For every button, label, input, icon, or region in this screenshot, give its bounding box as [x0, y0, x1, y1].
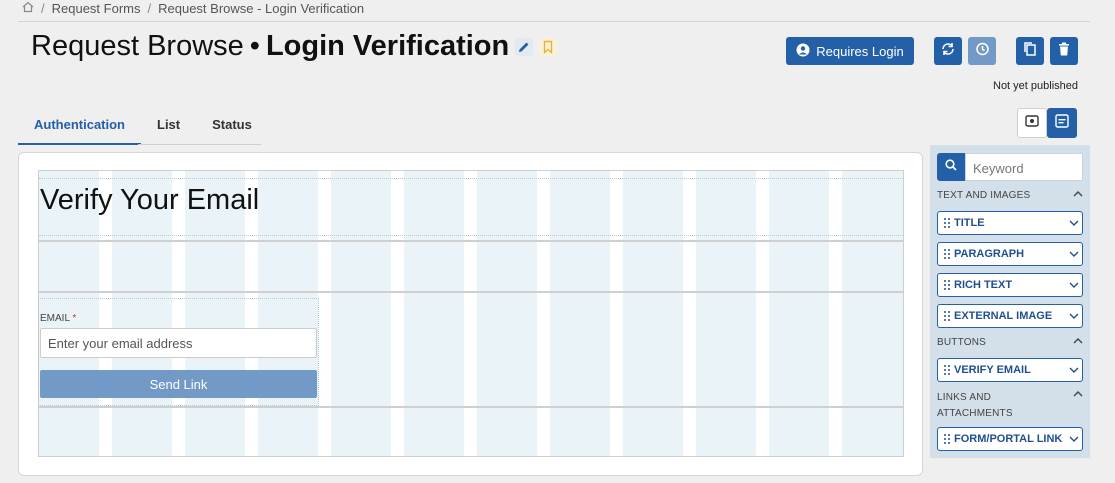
- trash-icon: [1058, 42, 1070, 61]
- chevron-up-icon[interactable]: [1073, 390, 1083, 401]
- component-title-label: TITLE: [954, 217, 985, 229]
- breadcrumb-link-request-forms[interactable]: Request Forms: [52, 1, 141, 16]
- delete-button[interactable]: [1050, 37, 1078, 65]
- breadcrumb-separator: /: [41, 0, 45, 16]
- home-icon[interactable]: [22, 1, 34, 16]
- email-label-text: EMAIL: [40, 313, 70, 324]
- preview-eye-icon: [1025, 114, 1039, 132]
- component-rich-text[interactable]: RICH TEXT: [937, 273, 1083, 297]
- drag-handle-icon[interactable]: [940, 249, 954, 259]
- tab-authentication[interactable]: Authentication: [18, 113, 141, 145]
- chevron-down-icon[interactable]: [1066, 366, 1082, 374]
- form-layout-icon: [1055, 113, 1069, 133]
- tab-bar-underline: [138, 144, 261, 145]
- bookmark-icon[interactable]: [539, 37, 558, 56]
- email-field-label: EMAIL *: [40, 313, 76, 324]
- palette-search-input[interactable]: Keyword: [965, 153, 1083, 181]
- page-title-bullet: •: [249, 30, 260, 62]
- tab-status[interactable]: Status: [196, 113, 268, 143]
- history-button[interactable]: [968, 37, 996, 65]
- user-circle-icon: [796, 43, 810, 60]
- breadcrumb-current: Request Browse - Login Verification: [158, 0, 365, 16]
- component-paragraph[interactable]: PARAGRAPH: [937, 242, 1083, 266]
- chevron-down-icon[interactable]: [1066, 281, 1082, 289]
- section-buttons[interactable]: BUTTONS: [937, 337, 1083, 348]
- required-asterisk: *: [72, 313, 77, 324]
- component-verify-email[interactable]: VERIFY EMAIL: [937, 358, 1083, 382]
- chevron-up-icon[interactable]: [1073, 190, 1083, 201]
- section-links-and-attachments[interactable]: LINKS AND ATTACHMENTS: [937, 390, 1083, 422]
- send-link-button[interactable]: Send Link: [40, 370, 317, 398]
- component-external-image[interactable]: EXTERNAL IMAGE: [937, 304, 1083, 328]
- breadcrumb-divider: [18, 21, 1090, 22]
- component-title[interactable]: TITLE: [937, 211, 1083, 235]
- component-external-image-label: EXTERNAL IMAGE: [954, 310, 1053, 322]
- history-icon: [974, 41, 990, 62]
- publish-status: Not yet published: [993, 80, 1078, 92]
- search-icon: [945, 158, 957, 176]
- chevron-up-icon[interactable]: [1073, 337, 1083, 348]
- tab-bar: Authentication List Status: [18, 113, 268, 145]
- tab-list[interactable]: List: [141, 113, 196, 143]
- chevron-down-icon[interactable]: [1066, 250, 1082, 258]
- drag-handle-icon[interactable]: [940, 311, 954, 321]
- sync-button[interactable]: [934, 37, 962, 65]
- component-paragraph-label: PARAGRAPH: [954, 248, 1025, 260]
- section-buttons-label: BUTTONS: [937, 337, 986, 348]
- form-builder-toggle-button[interactable]: [1047, 108, 1077, 138]
- requires-login-label: Requires Login: [816, 43, 904, 59]
- chevron-down-icon[interactable]: [1066, 435, 1082, 443]
- page-title-name: Login Verification: [265, 30, 510, 62]
- sync-icon: [940, 41, 956, 62]
- drag-handle-icon[interactable]: [940, 280, 954, 290]
- section-text-and-images[interactable]: TEXT AND IMAGES: [937, 190, 1083, 201]
- drag-handle-icon[interactable]: [940, 365, 954, 375]
- email-input[interactable]: Enter your email address: [40, 328, 317, 358]
- component-verify-email-label: VERIFY EMAIL: [954, 364, 1031, 376]
- page-title: Request Browse • Login Verification: [31, 30, 558, 63]
- copy-icon: [1023, 41, 1037, 62]
- component-form-portal-link[interactable]: FORM/PORTAL LINK: [937, 427, 1083, 451]
- section-text-and-images-label: TEXT AND IMAGES: [937, 190, 1031, 201]
- component-form-portal-link-label: FORM/PORTAL LINK: [954, 433, 1063, 445]
- form-heading: Verify Your Email: [40, 184, 260, 216]
- duplicate-button[interactable]: [1016, 37, 1044, 65]
- palette-search-button[interactable]: [937, 153, 965, 181]
- chevron-down-icon[interactable]: [1066, 312, 1082, 320]
- edit-pencil-icon[interactable]: [515, 37, 534, 56]
- component-rich-text-label: RICH TEXT: [954, 279, 1013, 291]
- section-links-label: LINKS AND ATTACHMENTS: [937, 392, 1013, 419]
- drag-handle-icon[interactable]: [940, 434, 954, 444]
- breadcrumb-separator: /: [147, 0, 152, 16]
- chevron-down-icon[interactable]: [1066, 219, 1082, 227]
- requires-login-button[interactable]: Requires Login: [786, 37, 914, 65]
- drag-handle-icon[interactable]: [940, 218, 954, 228]
- page-title-prefix: Request Browse: [31, 30, 244, 62]
- breadcrumb: / Request Forms / Request Browse - Login…: [22, 0, 364, 16]
- preview-toggle-button[interactable]: [1017, 108, 1047, 138]
